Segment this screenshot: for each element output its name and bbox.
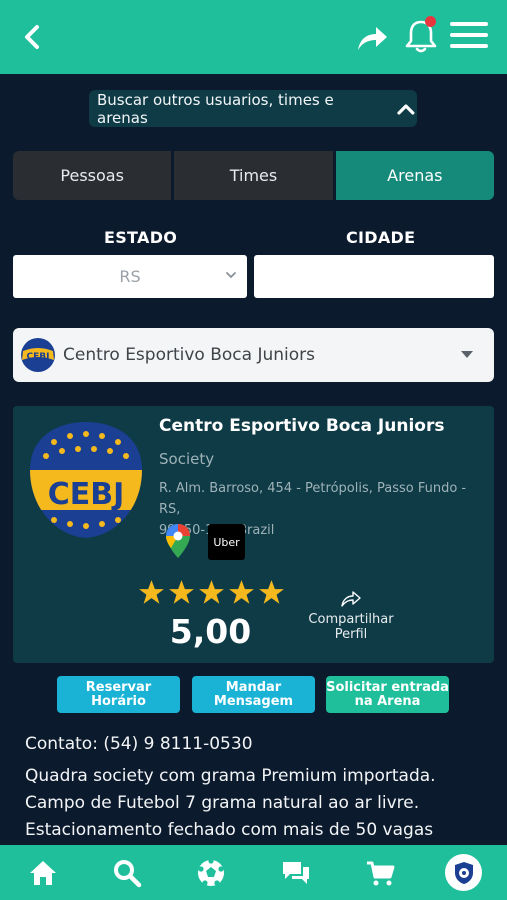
dropdown-triangle-icon: [461, 351, 473, 358]
chat-icon[interactable]: [281, 858, 311, 888]
home-icon[interactable]: [28, 858, 58, 888]
contact-text: Contato: (54) 9 8111-0530: [25, 734, 253, 754]
search-icon[interactable]: [112, 858, 142, 888]
request-label-1: Solicitar entrada: [326, 679, 449, 695]
arena-select[interactable]: CEBJ Centro Esportivo Boca Juniors: [13, 328, 494, 382]
estado-label: ESTADO: [104, 228, 178, 247]
svg-text:CEBJ: CEBJ: [27, 352, 50, 362]
uber-label: Uber: [213, 535, 240, 549]
star-icon: [169, 580, 194, 604]
uber-button[interactable]: Uber: [208, 524, 245, 560]
cart-icon[interactable]: [365, 858, 395, 888]
tab-times[interactable]: Times: [174, 151, 333, 200]
hamburger-menu-icon[interactable]: [450, 22, 490, 52]
tab-pessoas[interactable]: Pessoas: [13, 151, 172, 200]
share-profile-button[interactable]: Compartilhar Perfil: [303, 590, 399, 642]
profile-avatar-icon: [454, 861, 473, 884]
notification-dot: [425, 16, 436, 27]
back-chevron-icon[interactable]: [18, 22, 48, 52]
cidade-label: CIDADE: [346, 228, 416, 247]
search-type-tabs: Pessoas Times Arenas: [13, 151, 494, 200]
chevron-up-icon: [397, 103, 415, 115]
bottom-navigation: [0, 845, 507, 900]
arena-select-value: Centro Esportivo Boca Juniors: [63, 345, 315, 365]
notification-bell-button[interactable]: [404, 16, 438, 54]
profile-avatar-button[interactable]: [445, 854, 482, 891]
request-label-2: na Arena: [354, 693, 421, 709]
arena-profile-card: CEBJ Centro Esportivo Boca Juniors Socie…: [13, 406, 494, 663]
svg-text:CEBJ: CEBJ: [48, 477, 125, 512]
share-arrow-icon: [341, 591, 361, 607]
arena-logo: CEBJ: [30, 422, 142, 538]
message-label-1: Mandar: [225, 679, 282, 695]
star-icon: [259, 580, 284, 604]
share-profile-label-1: Compartilhar: [308, 612, 394, 627]
arena-address-line1: R. Alm. Barroso, 454 - Petrópolis, Passo…: [159, 481, 467, 517]
top-app-bar: [0, 0, 507, 74]
rating-stars: [138, 579, 285, 606]
reserve-label: Reservar Horário: [85, 679, 152, 709]
chevron-down-icon: [226, 272, 236, 279]
star-icon: [229, 580, 254, 604]
send-message-button[interactable]: Mandar Mensagem: [192, 676, 315, 713]
tab-arenas[interactable]: Arenas: [335, 151, 494, 200]
search-toggle-label: Buscar outros usuarios, times e arenas: [97, 90, 334, 127]
description-line-2: Campo de Futebol 7 grama natural ao ar l…: [25, 793, 420, 813]
arena-type: Society: [159, 450, 215, 468]
cidade-input[interactable]: [254, 255, 494, 298]
soccer-ball-icon[interactable]: [196, 858, 226, 888]
share-profile-label-2: Perfil: [334, 627, 368, 642]
description-line-3: Estacionamento fechado com mais de 50 va…: [25, 820, 434, 840]
rating-value: 5,00: [169, 612, 252, 651]
arena-name: Centro Esportivo Boca Juniors: [159, 416, 445, 436]
estado-select[interactable]: RS: [13, 255, 247, 298]
estado-value: RS: [119, 267, 141, 286]
star-icon: [139, 580, 164, 604]
request-entry-button[interactable]: Solicitar entrada na Arena: [326, 676, 449, 713]
search-others-toggle[interactable]: Buscar outros usuarios, times e arenas: [89, 90, 417, 127]
google-maps-icon[interactable]: [165, 523, 191, 559]
star-icon: [199, 580, 224, 604]
arena-logo-small: CEBJ: [21, 338, 55, 372]
reserve-time-button[interactable]: Reservar Horário: [57, 676, 180, 713]
share-arrow-icon[interactable]: [356, 24, 388, 52]
description-line-1: Quadra society com grama Premium importa…: [25, 766, 436, 786]
message-label-2: Mensagem: [213, 693, 294, 709]
